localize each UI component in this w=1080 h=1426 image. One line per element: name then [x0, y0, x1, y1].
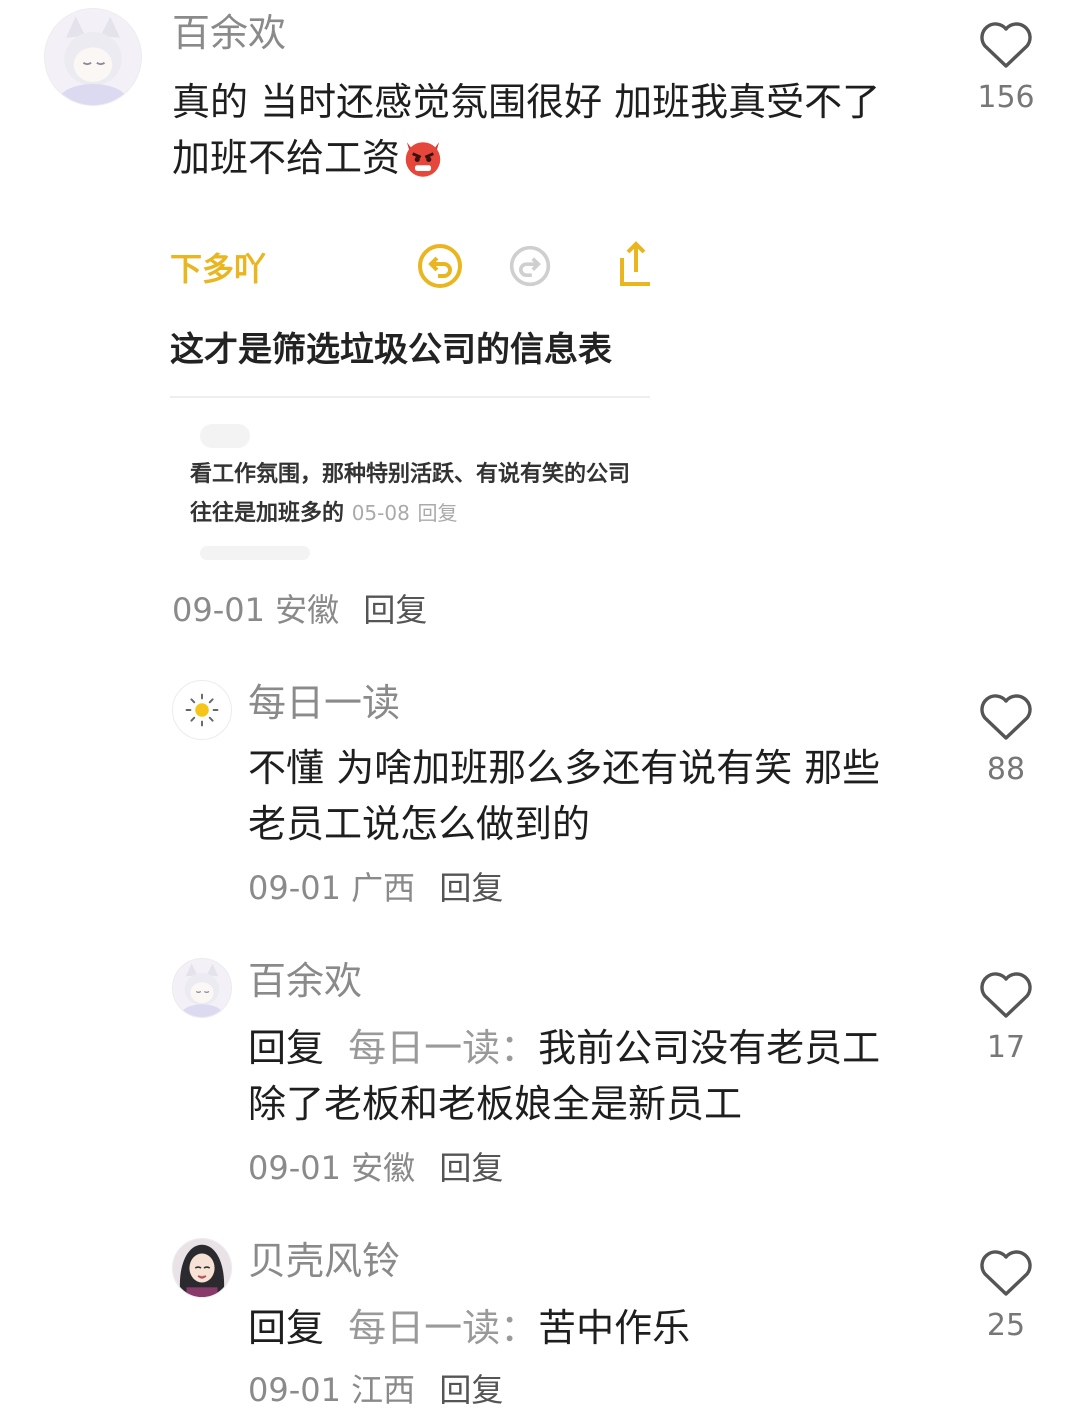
avatar-beikefengling[interactable] — [172, 1238, 232, 1298]
screenshot-title: 这才是筛选垃圾公司的信息表 — [170, 330, 612, 370]
angry-devil-emoji-icon — [400, 133, 446, 179]
comment-location: 安徽 — [351, 1149, 416, 1187]
screenshot-header: 下多吖 — [170, 224, 650, 324]
like-count: 88 — [986, 752, 1026, 787]
username[interactable]: 百余欢 — [248, 958, 362, 1004]
sun-icon — [185, 693, 219, 727]
reply-button[interactable]: 回复 — [439, 869, 503, 907]
screenshot-comment: 看工作氛围，那种特别活跃、有说有笑的公司往往是加班多的 05-08 回复 — [190, 456, 650, 533]
anime-avatar-icon — [173, 959, 231, 1017]
screenshot-top-text: 下多吖 — [170, 250, 267, 288]
reply-prefix: 回复 — [248, 1306, 325, 1350]
girl-avatar-icon — [173, 1239, 231, 1297]
heart-icon — [980, 694, 1032, 740]
reply-button[interactable]: 回复 — [439, 1371, 503, 1409]
comment-date: 09-01 — [248, 1371, 341, 1409]
heart-icon — [980, 22, 1032, 68]
comment-date: 09-01 — [248, 1149, 341, 1187]
like-button[interactable]: 88 — [961, 692, 1051, 788]
reply-to-user[interactable]: 每日一读： — [348, 1026, 538, 1070]
screenshot-comment-text: 看工作氛围，那种特别活跃、有说有笑的公司往往是加班多的 — [190, 462, 631, 526]
avatar-meiriyidu[interactable] — [172, 680, 232, 740]
username[interactable]: 百余欢 — [172, 10, 286, 56]
comment-meta: 09-01 安徽 回复 — [248, 1148, 503, 1188]
like-count: 156 — [977, 80, 1035, 115]
screenshot-comment-date: 05-08 — [351, 501, 410, 525]
comment-date: 09-01 — [172, 591, 265, 629]
avatar-baiyuhuan[interactable] — [172, 958, 232, 1018]
comment-date: 09-01 — [248, 869, 341, 907]
comment-text: 回复 每日一读：苦中作乐 — [248, 1300, 913, 1356]
blurred-avatar-bottom — [200, 546, 310, 560]
comment-text: 真的 当时还感觉氛围很好 加班我真受不了 加班不给工资 — [172, 74, 912, 186]
anime-avatar-icon — [45, 9, 141, 105]
attached-screenshot[interactable]: 下多吖 这才是筛选垃圾公司的信息表 看工作氛围，那种特别活跃、有说有笑的公司往往… — [170, 224, 652, 560]
comment-meta: 09-01 广西 回复 — [248, 868, 503, 908]
like-button[interactable]: 25 — [961, 1248, 1051, 1344]
username[interactable]: 每日一读 — [248, 680, 400, 726]
blurred-avatar-top — [200, 424, 250, 448]
comment-meta: 09-01 安徽 回复 — [172, 590, 427, 630]
reply-prefix: 回复 — [248, 1026, 325, 1070]
comment-location: 广西 — [351, 869, 416, 907]
reply-to-user[interactable]: 每日一读： — [348, 1306, 538, 1350]
heart-icon — [980, 1250, 1032, 1296]
screenshot-divider — [170, 396, 650, 398]
comment-body: 我前公司没有老员工 除了老板和老板娘全是新员工 — [248, 1026, 881, 1126]
like-button[interactable]: 156 — [961, 20, 1051, 116]
reply-button[interactable]: 回复 — [439, 1149, 503, 1187]
like-count: 17 — [986, 1030, 1026, 1065]
like-count: 25 — [986, 1308, 1026, 1343]
comment-location: 安徽 — [275, 591, 340, 629]
comment-body: 苦中作乐 — [538, 1306, 691, 1350]
undo-icon — [418, 244, 462, 288]
comment-location: 江西 — [351, 1371, 416, 1409]
avatar-baiyuhuan[interactable] — [44, 8, 142, 106]
comment-meta: 09-01 江西 回复 — [248, 1370, 503, 1410]
reply-button[interactable]: 回复 — [363, 591, 427, 629]
share-icon — [620, 241, 650, 286]
screenshot-comment-reply: 回复 — [417, 501, 458, 525]
comment-text: 回复 每日一读：我前公司没有老员工 除了老板和老板娘全是新员工 — [248, 1020, 913, 1132]
heart-icon — [980, 972, 1032, 1018]
redo-icon — [509, 245, 551, 287]
like-button[interactable]: 17 — [961, 970, 1051, 1066]
comment-body: 不懂 为啥加班那么多还有说有笑 那些老员工说怎么做到的 — [248, 746, 881, 846]
username[interactable]: 贝壳风铃 — [248, 1238, 400, 1284]
comment-body: 真的 当时还感觉氛围很好 加班我真受不了 加班不给工资 — [172, 80, 881, 180]
